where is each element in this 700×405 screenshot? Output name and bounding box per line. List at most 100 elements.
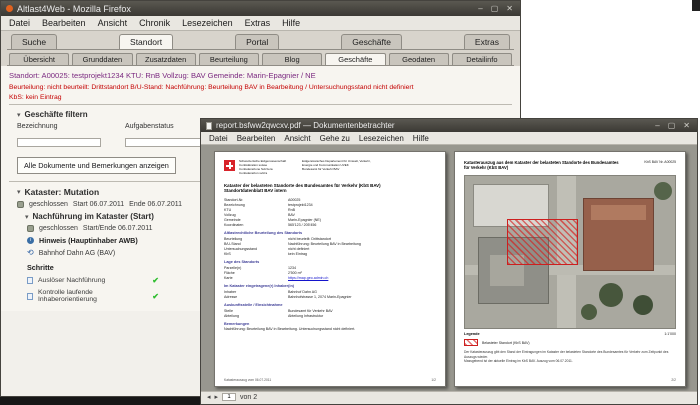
- menu-datei[interactable]: Datei: [209, 134, 228, 143]
- menu-lesezeichen[interactable]: Lesezeichen: [182, 18, 233, 28]
- menu-lesezeichen[interactable]: Lesezeichen: [359, 134, 404, 143]
- step-row-kontrolle[interactable]: Kontrolle laufende Inhaberorientierung ✔: [9, 287, 167, 305]
- firefox-menubar: Datei Bearbeiten Ansicht Chronik Lesezei…: [1, 16, 520, 31]
- tab-grunddaten[interactable]: Grunddaten: [72, 53, 133, 65]
- step-label: Auslöser Nachführung: [38, 277, 106, 284]
- step-label: Kontrolle laufende Inhaberorientierung: [38, 289, 97, 303]
- check-icon: ✔: [152, 291, 159, 301]
- chevron-down-icon: ▾: [17, 189, 21, 196]
- kataster-section-title: Kataster: Mutation: [24, 187, 100, 197]
- next-page-icon[interactable]: ▸: [215, 393, 219, 401]
- kbs-status-line: KbS: kein Eintrag: [9, 94, 62, 101]
- document-icon: [206, 121, 212, 130]
- kbs-reference: KbS BAV Nr. A00025: [644, 160, 676, 164]
- katasterauszug-title: Katasterauszug aus dem Kataster der bela…: [464, 160, 619, 171]
- chevron-down-icon: ▾: [17, 111, 21, 119]
- document-icon: [27, 292, 33, 300]
- tab-uebersicht[interactable]: Übersicht: [9, 53, 70, 65]
- step-row-ausloeser[interactable]: Auslöser Nachführung ✔: [9, 274, 167, 287]
- footer-pagenum: 2/2: [671, 378, 676, 382]
- firefox-app-icon: [6, 5, 13, 12]
- confed-line: Confederaziun svizra: [239, 170, 268, 175]
- page-count-label: von 2: [240, 393, 258, 401]
- page1-footer: Katasterauszug vom 06.07.2011 1/2: [224, 378, 436, 382]
- end-date: Ende 06.07.2011: [129, 201, 182, 208]
- aufgabenstatus-label: Aufgabenstatus: [125, 123, 174, 130]
- footer-pagenum: 1/2: [431, 378, 436, 382]
- footer-date: Katasterauszug vom 06.07.2011: [224, 378, 272, 382]
- menu-ansicht[interactable]: Ansicht: [284, 134, 310, 143]
- maximize-icon[interactable]: ▢: [489, 4, 501, 13]
- menu-bearbeiten[interactable]: Bearbeiten: [42, 18, 86, 28]
- tab-geschaefte-primary[interactable]: Geschäfte: [341, 34, 402, 49]
- tab-beurteilung[interactable]: Beurteilung: [198, 53, 259, 65]
- map-link[interactable]: https://map.geo.admin.ch: [288, 276, 328, 281]
- kv-row: KbS kein Eintrag: [224, 252, 436, 257]
- primary-tabs: Suche Standort Portal Geschäfte Extras: [7, 34, 514, 49]
- status-text: geschlossen: [39, 225, 78, 232]
- note-line: Der Katasterauszug gibt den Stand der Ei…: [464, 350, 669, 359]
- close-icon[interactable]: ✕: [504, 4, 515, 13]
- tab-blog[interactable]: Blog: [262, 53, 323, 65]
- site-perimeter-overlay: [507, 218, 579, 265]
- pdf-window-title: report.bsfww2qwcxv.pdf — Dokumentenbetra…: [216, 121, 395, 130]
- tab-portal[interactable]: Portal: [235, 34, 280, 49]
- tab-geodaten[interactable]: Geodaten: [388, 53, 449, 65]
- menu-hilfe[interactable]: Hilfe: [413, 134, 429, 143]
- department-block: Eidgenössisches Departement für Umwelt, …: [302, 159, 371, 172]
- kv-row: Adresse Bahnhofstrasse 1, 2074 Marin-Epag…: [224, 295, 436, 300]
- document-title: Kataster der belasteten Standorte des Bu…: [224, 183, 436, 194]
- menu-bearbeiten[interactable]: Bearbeiten: [237, 134, 276, 143]
- bezeichnung-input[interactable]: [17, 138, 101, 147]
- pdf-titlebar[interactable]: report.bsfww2qwcxv.pdf — Dokumentenbetra…: [201, 119, 697, 132]
- tab-suche[interactable]: Suche: [11, 34, 58, 49]
- menu-extras[interactable]: Extras: [245, 18, 271, 28]
- filter-section-title: Geschäfte filtern: [24, 110, 88, 119]
- page-number-input[interactable]: [222, 393, 237, 401]
- swiss-cross-icon: [224, 160, 235, 171]
- show-all-documents-button[interactable]: Alle Dokumente und Bemerkungen anzeigen: [17, 157, 176, 174]
- site-hatch-swatch: [464, 339, 478, 347]
- kv-value: Bahnhofstrasse 1, 2074 Marin-Epagnier: [288, 294, 352, 299]
- kv-label: KbS: [224, 252, 231, 257]
- page2-header: Katasterauszug aus dem Kataster der bela…: [464, 160, 676, 170]
- tab-detailinfo[interactable]: Detailinfo: [451, 53, 512, 65]
- beurteilung-status-line: Beurteilung: nicht beurteilt: Drittstand…: [9, 84, 414, 91]
- maximize-icon[interactable]: ▢: [666, 121, 678, 130]
- status-closed-icon: [17, 201, 24, 208]
- tab-standort[interactable]: Standort: [119, 34, 174, 49]
- kv-value: 565'123 / 205'456: [288, 223, 317, 228]
- pdf-document-area[interactable]: Schweizerische Eidgenossenschaft Confédé…: [201, 145, 697, 391]
- standort-summary-line: Standort: A00025: testprojekt1234 KTU: R…: [9, 71, 316, 80]
- close-icon[interactable]: ✕: [681, 121, 692, 130]
- previous-page-icon[interactable]: ◂: [207, 393, 211, 401]
- menu-gehe-zu[interactable]: Gehe zu: [320, 134, 350, 143]
- tab-zusatzdaten[interactable]: Zusatzdaten: [135, 53, 196, 65]
- divider: [9, 104, 512, 105]
- menu-ansicht[interactable]: Ansicht: [98, 18, 128, 28]
- secondary-tabs: Übersicht Grunddaten Zusatzdaten Beurtei…: [7, 50, 514, 65]
- aufgabenstatus-field-group: Aufgabenstatus: [125, 123, 209, 149]
- kv-row-map-link: Karte https://map.geo.admin.ch: [224, 276, 436, 281]
- hint-label: Hinweis (Hauptinhaber AWB): [39, 236, 138, 245]
- tree-shape: [580, 304, 597, 321]
- tree-shape: [633, 294, 653, 315]
- tab-geschaefte[interactable]: Geschäfte: [325, 53, 386, 65]
- aufgabenstatus-input[interactable]: [125, 138, 209, 147]
- bezeichnung-label: Bezeichnung: [17, 123, 58, 130]
- tree-shape: [599, 282, 624, 307]
- tab-extras[interactable]: Extras: [463, 34, 510, 49]
- map-caption-row: Legende 1:1'000: [464, 332, 676, 336]
- menu-datei[interactable]: Datei: [9, 18, 30, 28]
- kv-value: Abteilung Infrastruktur: [288, 313, 324, 318]
- confederation-block: Schweizerische Eidgenossenschaft Confédé…: [239, 159, 286, 176]
- menu-chronik[interactable]: Chronik: [139, 18, 170, 28]
- minimize-icon[interactable]: –: [653, 121, 661, 130]
- map-notes: Der Katasterauszug gibt den Stand der Ei…: [464, 350, 676, 364]
- menu-hilfe[interactable]: Hilfe: [282, 18, 300, 28]
- chevron-down-icon: ▾: [25, 213, 29, 221]
- refresh-icon: ⟲: [27, 248, 34, 257]
- firefox-titlebar[interactable]: Altlast4Web - Mozilla Firefox – ▢ ✕: [1, 1, 520, 16]
- minimize-icon[interactable]: –: [476, 4, 484, 13]
- start-date: Start 06.07.2011: [72, 201, 125, 208]
